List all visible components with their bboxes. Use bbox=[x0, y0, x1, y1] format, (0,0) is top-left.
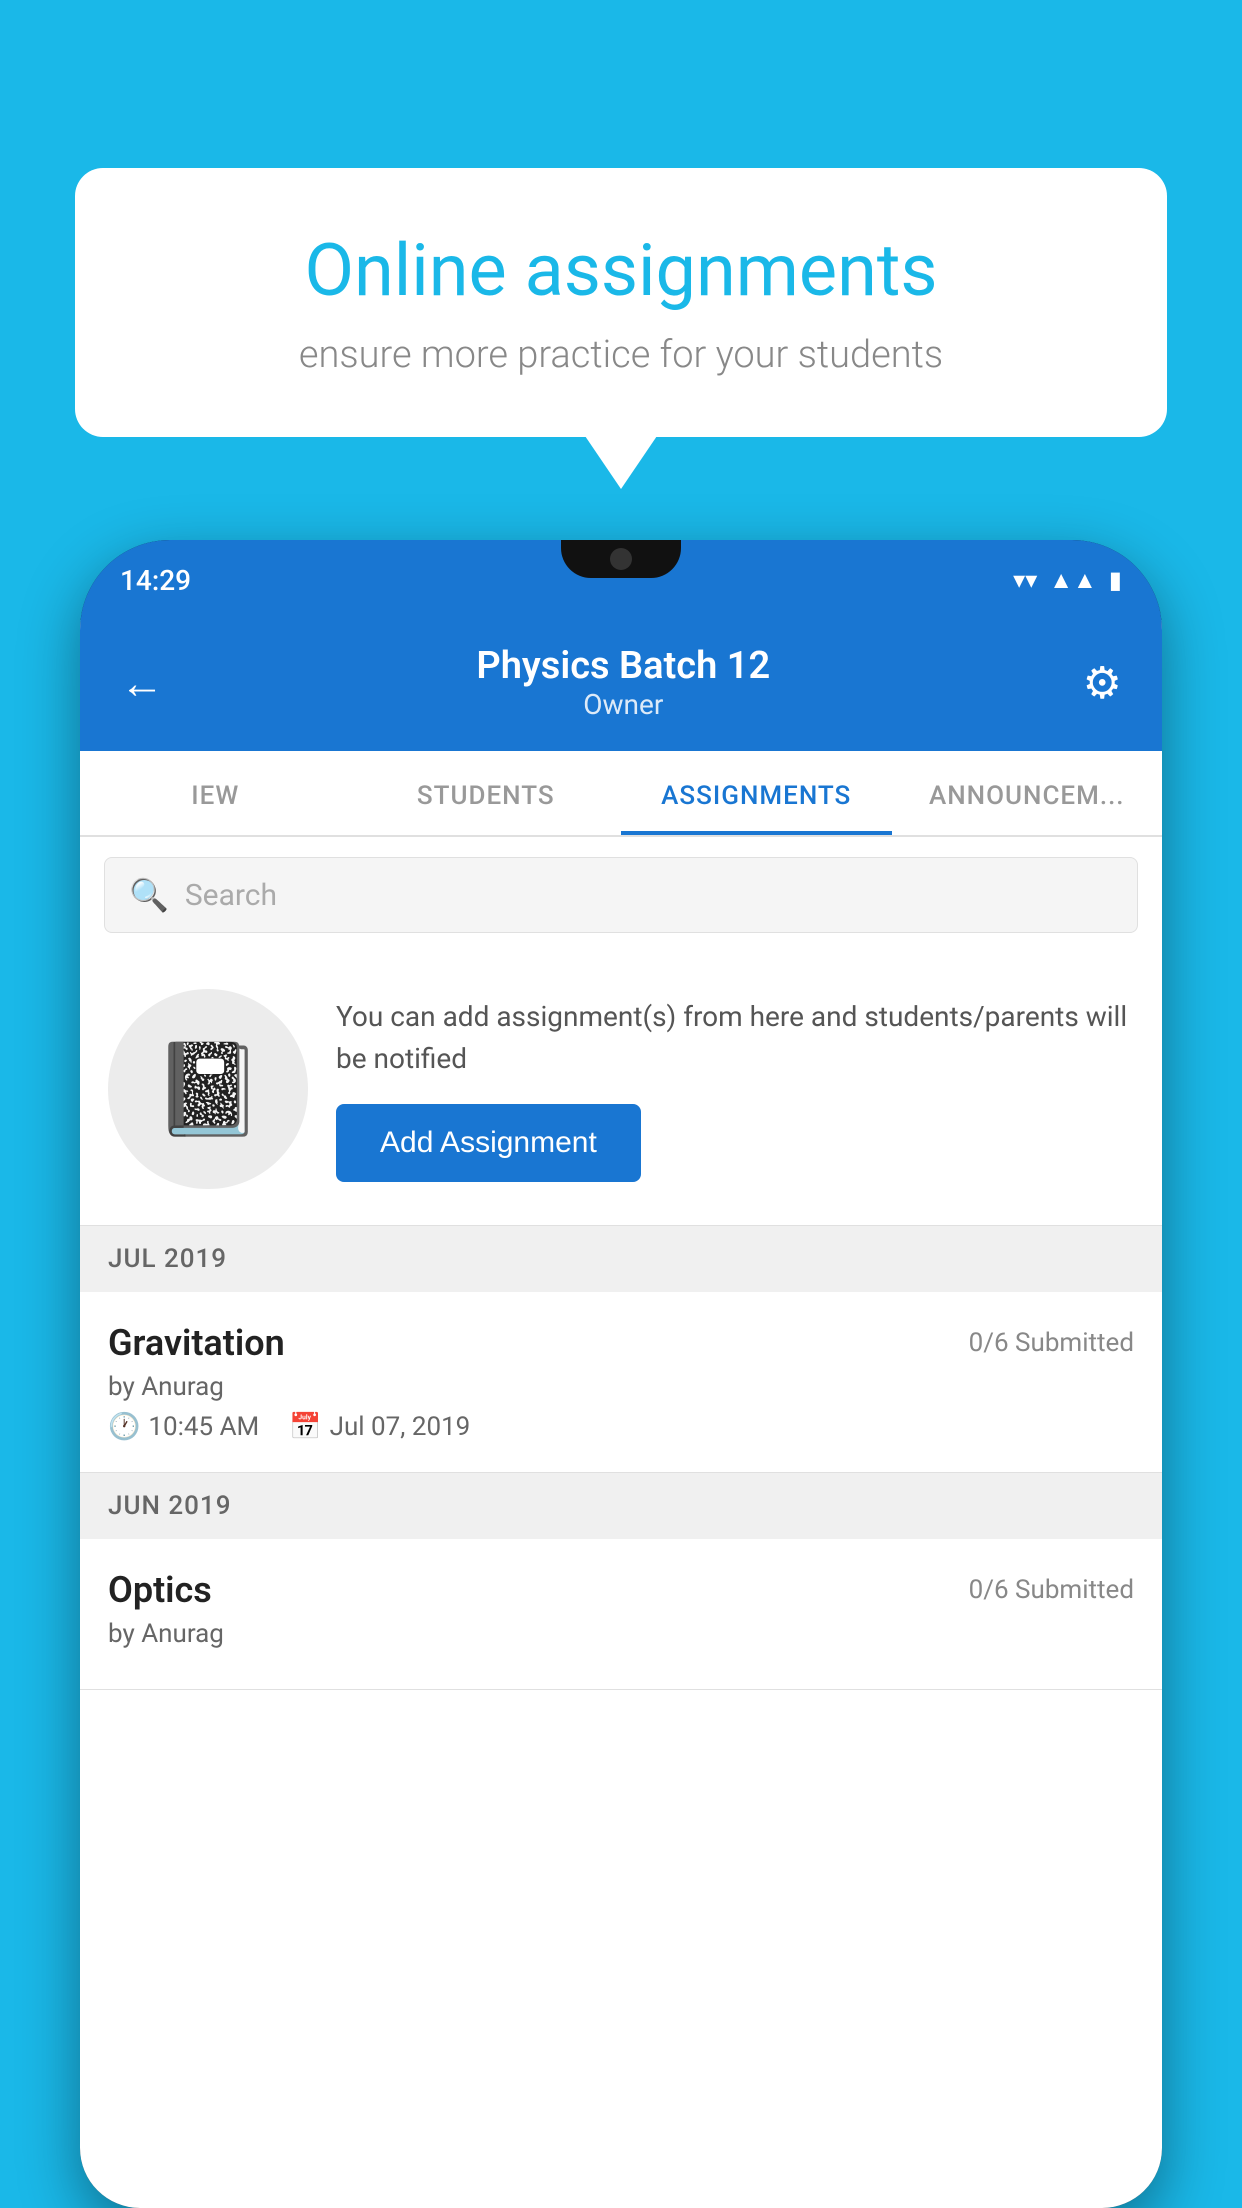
battery-icon: ▮ bbox=[1109, 566, 1122, 594]
promo-right: You can add assignment(s) from here and … bbox=[336, 996, 1134, 1182]
section-header-jun: JUN 2019 bbox=[80, 1473, 1162, 1539]
notebook-icon-circle: 📓 bbox=[108, 989, 308, 1189]
phone-screen: ← Physics Batch 12 Owner ⚙ IEW STUDENTS … bbox=[80, 620, 1162, 2208]
search-input-wrap[interactable]: 🔍 Search bbox=[104, 857, 1138, 933]
assignment-author: by Anurag bbox=[108, 1372, 1134, 1402]
assignment-meta: 🕐 10:45 AM 📅 Jul 07, 2019 bbox=[108, 1412, 1134, 1442]
status-icons: ▾▾ ▲▲ ▮ bbox=[1013, 566, 1122, 595]
settings-button[interactable]: ⚙ bbox=[1083, 657, 1122, 709]
assignment-time-value: 10:45 AM bbox=[148, 1412, 259, 1442]
assignment-date-value: Jul 07, 2019 bbox=[330, 1412, 471, 1442]
status-bar: 14:29 ▾▾ ▲▲ ▮ bbox=[80, 540, 1162, 620]
promo-text: You can add assignment(s) from here and … bbox=[336, 996, 1134, 1080]
assignment-time: 🕐 10:45 AM bbox=[108, 1412, 259, 1442]
assignment-name: Gravitation bbox=[108, 1322, 285, 1364]
assignment-item-optics[interactable]: Optics 0/6 Submitted by Anurag bbox=[80, 1539, 1162, 1690]
search-placeholder: Search bbox=[185, 878, 277, 913]
tab-overview[interactable]: IEW bbox=[80, 751, 351, 835]
assignment-row-top: Gravitation 0/6 Submitted bbox=[108, 1322, 1134, 1364]
assignment-submitted-optics: 0/6 Submitted bbox=[969, 1575, 1134, 1605]
assignment-author-optics: by Anurag bbox=[108, 1619, 1134, 1649]
header-center: Physics Batch 12 Owner bbox=[476, 644, 770, 721]
section-header-jul: JUL 2019 bbox=[80, 1226, 1162, 1292]
speech-bubble: Online assignments ensure more practice … bbox=[75, 168, 1167, 437]
back-button[interactable]: ← bbox=[120, 657, 164, 709]
header-subtitle: Owner bbox=[476, 688, 770, 721]
speech-bubble-subtitle: ensure more practice for your students bbox=[145, 333, 1097, 377]
tab-announcements[interactable]: ANNOUNCEM... bbox=[892, 751, 1163, 835]
front-camera bbox=[610, 548, 632, 570]
signal-icon: ▲▲ bbox=[1049, 566, 1097, 595]
status-time: 14:29 bbox=[120, 564, 191, 597]
search-bar: 🔍 Search bbox=[80, 837, 1162, 953]
calendar-icon: 📅 bbox=[289, 1412, 321, 1442]
notch bbox=[561, 540, 681, 578]
assignment-submitted: 0/6 Submitted bbox=[969, 1328, 1134, 1358]
speech-bubble-title: Online assignments bbox=[145, 228, 1097, 313]
add-assignment-promo: 📓 You can add assignment(s) from here an… bbox=[80, 953, 1162, 1226]
wifi-icon: ▾▾ bbox=[1013, 566, 1037, 594]
phone-frame: 14:29 ▾▾ ▲▲ ▮ ← Physics Batch 12 Owner ⚙… bbox=[80, 540, 1162, 2208]
notebook-icon: 📓 bbox=[152, 1037, 264, 1142]
assignment-date: 📅 Jul 07, 2019 bbox=[289, 1412, 470, 1442]
app-header: ← Physics Batch 12 Owner ⚙ bbox=[80, 620, 1162, 751]
clock-icon: 🕐 bbox=[108, 1412, 140, 1442]
add-assignment-button[interactable]: Add Assignment bbox=[336, 1104, 641, 1182]
tab-assignments[interactable]: ASSIGNMENTS bbox=[621, 751, 892, 835]
assignment-item-gravitation[interactable]: Gravitation 0/6 Submitted by Anurag 🕐 10… bbox=[80, 1292, 1162, 1473]
header-title: Physics Batch 12 bbox=[476, 644, 770, 688]
assignment-name-optics: Optics bbox=[108, 1569, 212, 1611]
tab-students[interactable]: STUDENTS bbox=[351, 751, 622, 835]
search-icon: 🔍 bbox=[129, 876, 169, 914]
assignment-row-top-optics: Optics 0/6 Submitted bbox=[108, 1569, 1134, 1611]
tabs-bar: IEW STUDENTS ASSIGNMENTS ANNOUNCEM... bbox=[80, 751, 1162, 837]
